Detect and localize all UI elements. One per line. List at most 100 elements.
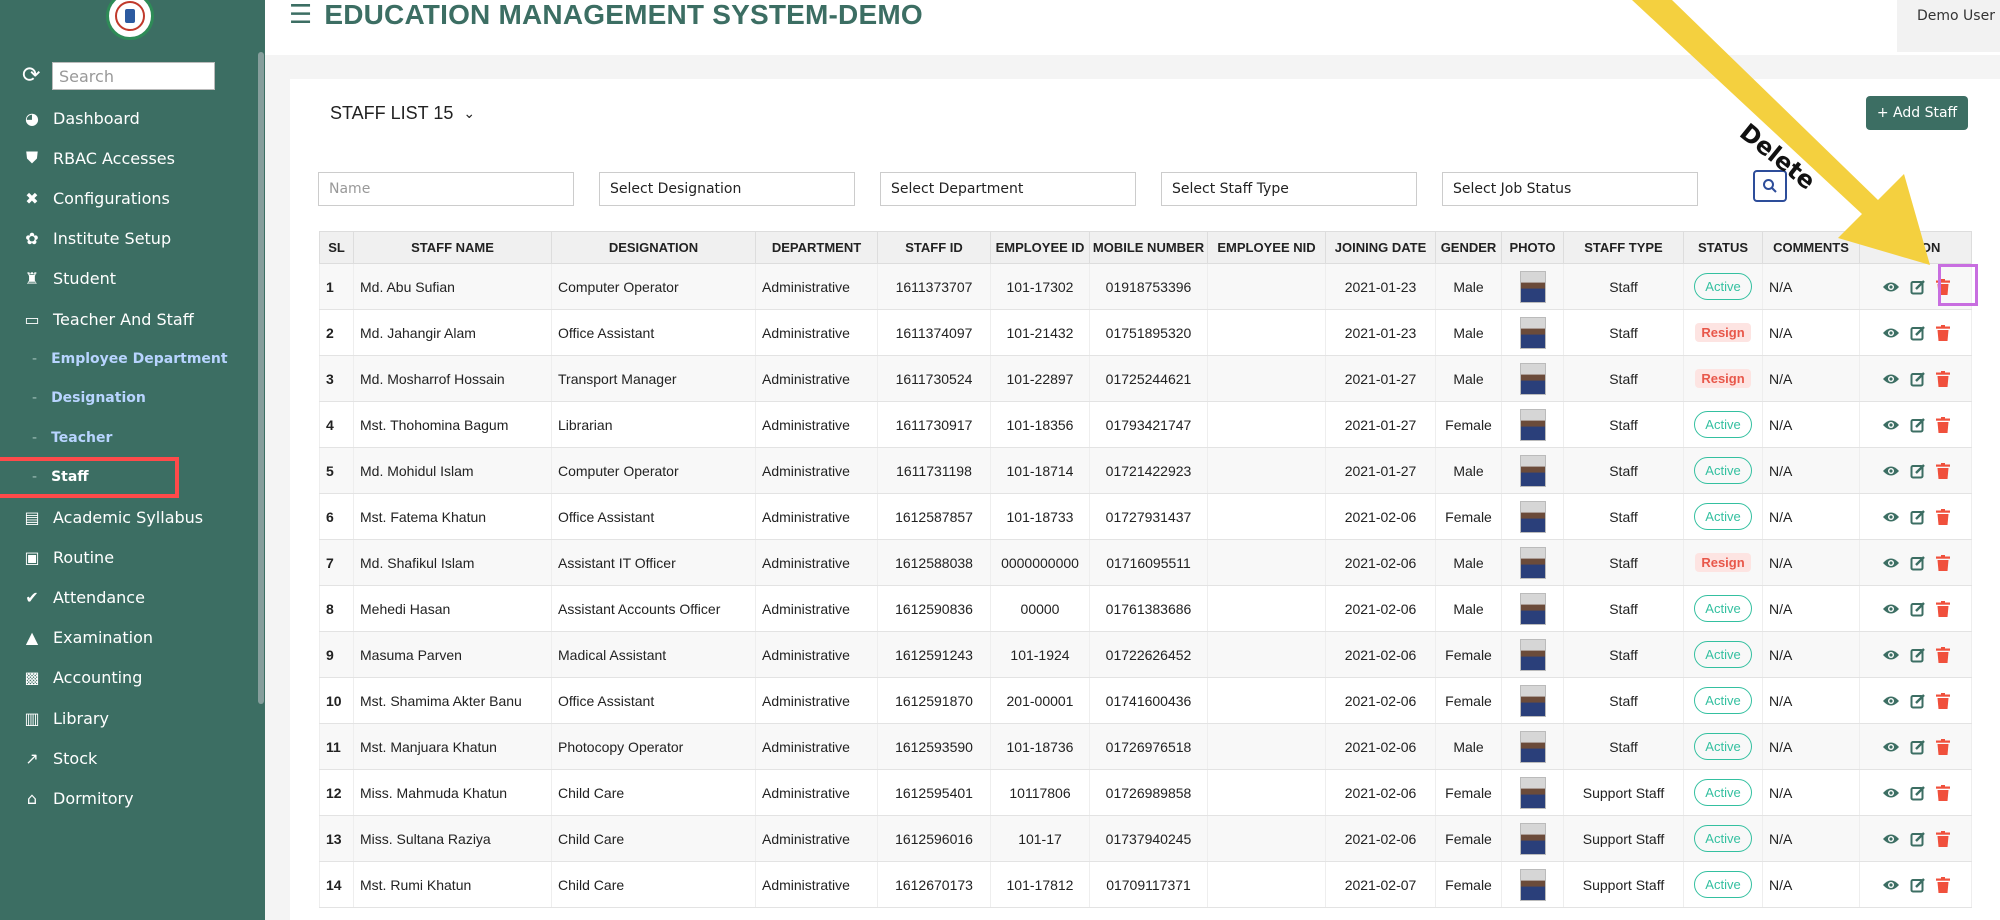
- delete-trash-icon[interactable]: [1935, 646, 1950, 663]
- edit-icon[interactable]: [1910, 509, 1926, 525]
- sidebar-subitem-employee-department[interactable]: - Employee Department: [0, 339, 265, 379]
- job-status-select[interactable]: Select Job Status: [1442, 172, 1698, 206]
- view-eye-icon[interactable]: [1882, 786, 1900, 800]
- delete-trash-icon[interactable]: [1935, 692, 1950, 709]
- staff-photo[interactable]: [1519, 408, 1546, 441]
- staff-type-select[interactable]: Select Staff Type: [1161, 172, 1417, 206]
- staff-photo[interactable]: [1519, 500, 1546, 533]
- edit-icon[interactable]: [1910, 463, 1926, 479]
- column-header: EMPLOYEE NID: [1207, 231, 1326, 264]
- refresh-icon[interactable]: ⟳: [22, 65, 44, 87]
- view-eye-icon[interactable]: [1882, 740, 1900, 754]
- delete-trash-icon[interactable]: [1935, 876, 1950, 893]
- staff-photo[interactable]: [1519, 638, 1546, 671]
- name-filter-input[interactable]: Name: [318, 172, 574, 206]
- edit-icon[interactable]: [1910, 417, 1926, 433]
- cell-sl: 11: [319, 723, 354, 770]
- edit-icon[interactable]: [1910, 739, 1926, 755]
- view-eye-icon[interactable]: [1882, 418, 1900, 432]
- cell-joining-date: 2021-01-23: [1325, 309, 1436, 356]
- table-row: 7 Md. Shafikul Islam Assistant IT Officer A…: [319, 539, 1972, 586]
- view-eye-icon[interactable]: [1882, 694, 1900, 708]
- sidebar-item-library[interactable]: ▥ Library: [0, 698, 265, 738]
- sidebar-item-stock[interactable]: ↗ Stock: [0, 738, 265, 778]
- delete-trash-icon[interactable]: [1935, 784, 1950, 801]
- sidebar-item-teacher-and-staff[interactable]: ▭ Teacher And Staff: [0, 299, 265, 339]
- cell-comments: N/A: [1762, 309, 1860, 356]
- staff-photo[interactable]: [1519, 684, 1546, 717]
- edit-icon[interactable]: [1910, 831, 1926, 847]
- delete-trash-icon[interactable]: [1935, 416, 1950, 433]
- view-eye-icon[interactable]: [1882, 464, 1900, 478]
- sidebar-item-institute-setup[interactable]: ✿ Institute Setup: [0, 219, 265, 259]
- delete-trash-icon[interactable]: [1935, 324, 1950, 341]
- user-menu[interactable]: Demo User: [1897, 0, 2000, 52]
- sidebar-item-examination[interactable]: ▲ Examination: [0, 618, 265, 658]
- edit-icon[interactable]: [1910, 647, 1926, 663]
- staff-photo[interactable]: [1519, 270, 1546, 303]
- view-eye-icon[interactable]: [1882, 372, 1900, 386]
- view-eye-icon[interactable]: [1882, 832, 1900, 846]
- delete-trash-icon[interactable]: [1935, 370, 1950, 387]
- delete-trash-icon[interactable]: [1935, 508, 1950, 525]
- view-eye-icon[interactable]: [1882, 648, 1900, 662]
- edit-icon[interactable]: [1910, 279, 1926, 295]
- edit-icon[interactable]: [1910, 371, 1926, 387]
- cell-employee-id: 201-00001: [990, 677, 1090, 724]
- sidebar-item-academic-syllabus[interactable]: ▤ Academic Syllabus: [0, 497, 265, 537]
- department-select[interactable]: Select Department: [880, 172, 1136, 206]
- sidebar-item-routine[interactable]: ▣ Routine: [0, 537, 265, 577]
- gear-icon: ✿: [25, 229, 39, 249]
- view-eye-icon[interactable]: [1882, 878, 1900, 892]
- edit-icon[interactable]: [1910, 693, 1926, 709]
- view-eye-icon[interactable]: [1882, 602, 1900, 616]
- sidebar-subitem-designation[interactable]: - Designation: [0, 379, 265, 419]
- cell-employee-id: 101-18714: [990, 447, 1090, 494]
- add-staff-button[interactable]: + Add Staff: [1866, 96, 1968, 130]
- delete-trash-icon[interactable]: [1935, 554, 1950, 571]
- staff-photo[interactable]: [1519, 362, 1546, 395]
- edit-icon[interactable]: [1910, 601, 1926, 617]
- sidebar-item-configurations[interactable]: ✖ Configurations: [0, 178, 265, 218]
- staff-photo[interactable]: [1519, 730, 1546, 763]
- delete-trash-icon[interactable]: [1935, 738, 1950, 755]
- staff-photo[interactable]: [1519, 546, 1546, 579]
- staff-photo[interactable]: [1519, 454, 1546, 487]
- view-eye-icon[interactable]: [1882, 556, 1900, 570]
- table-row: 4 Mst. Thohomina Bagum Librarian Administra…: [319, 401, 1972, 448]
- row-actions: [1866, 876, 1965, 893]
- sidebar-subitem-teacher[interactable]: - Teacher: [0, 418, 265, 458]
- staff-photo[interactable]: [1519, 776, 1546, 809]
- delete-trash-icon[interactable]: [1935, 462, 1950, 479]
- clipboard-icon: ▣: [24, 547, 40, 567]
- sidebar-search-input[interactable]: [52, 62, 215, 90]
- cell-gender: Female: [1435, 631, 1502, 678]
- staff-photo[interactable]: [1519, 868, 1546, 901]
- sidebar-item-dashboard[interactable]: ◕ Dashboard: [0, 98, 265, 138]
- delete-trash-icon[interactable]: [1935, 600, 1950, 617]
- staff-photo[interactable]: [1519, 822, 1546, 855]
- cell-comments: N/A: [1762, 861, 1860, 908]
- edit-icon[interactable]: [1910, 785, 1926, 801]
- edit-icon[interactable]: [1910, 877, 1926, 893]
- staff-photo[interactable]: [1519, 316, 1546, 349]
- cell-staff-name: Md. Shafikul Islam: [353, 539, 552, 586]
- sidebar-scrollbar[interactable]: [258, 52, 264, 704]
- staff-photo[interactable]: [1519, 592, 1546, 625]
- view-eye-icon[interactable]: [1882, 326, 1900, 340]
- sidebar-item-accounting[interactable]: ▩ Accounting: [0, 658, 265, 698]
- sidebar-item-student[interactable]: ♜ Student: [0, 259, 265, 299]
- edit-icon[interactable]: [1910, 555, 1926, 571]
- sidebar-item-dormitory[interactable]: ⌂ Dormitory: [0, 778, 265, 818]
- view-eye-icon[interactable]: [1882, 510, 1900, 524]
- view-eye-icon[interactable]: [1882, 280, 1900, 294]
- list-icon[interactable]: ☰: [289, 2, 312, 28]
- edit-icon[interactable]: [1910, 325, 1926, 341]
- delete-trash-icon[interactable]: [1935, 830, 1950, 847]
- designation-select[interactable]: Select Designation: [599, 172, 855, 206]
- sidebar-item-attendance[interactable]: ✔ Attendance: [0, 578, 265, 618]
- status-badge: Active: [1694, 687, 1752, 714]
- cell-designation: Child Care: [551, 861, 756, 908]
- sidebar-item-rbac-accesses[interactable]: ⛊ RBAC Accesses: [0, 138, 265, 178]
- staff-list-title[interactable]: STAFF LIST 15 ⌄: [330, 103, 475, 124]
